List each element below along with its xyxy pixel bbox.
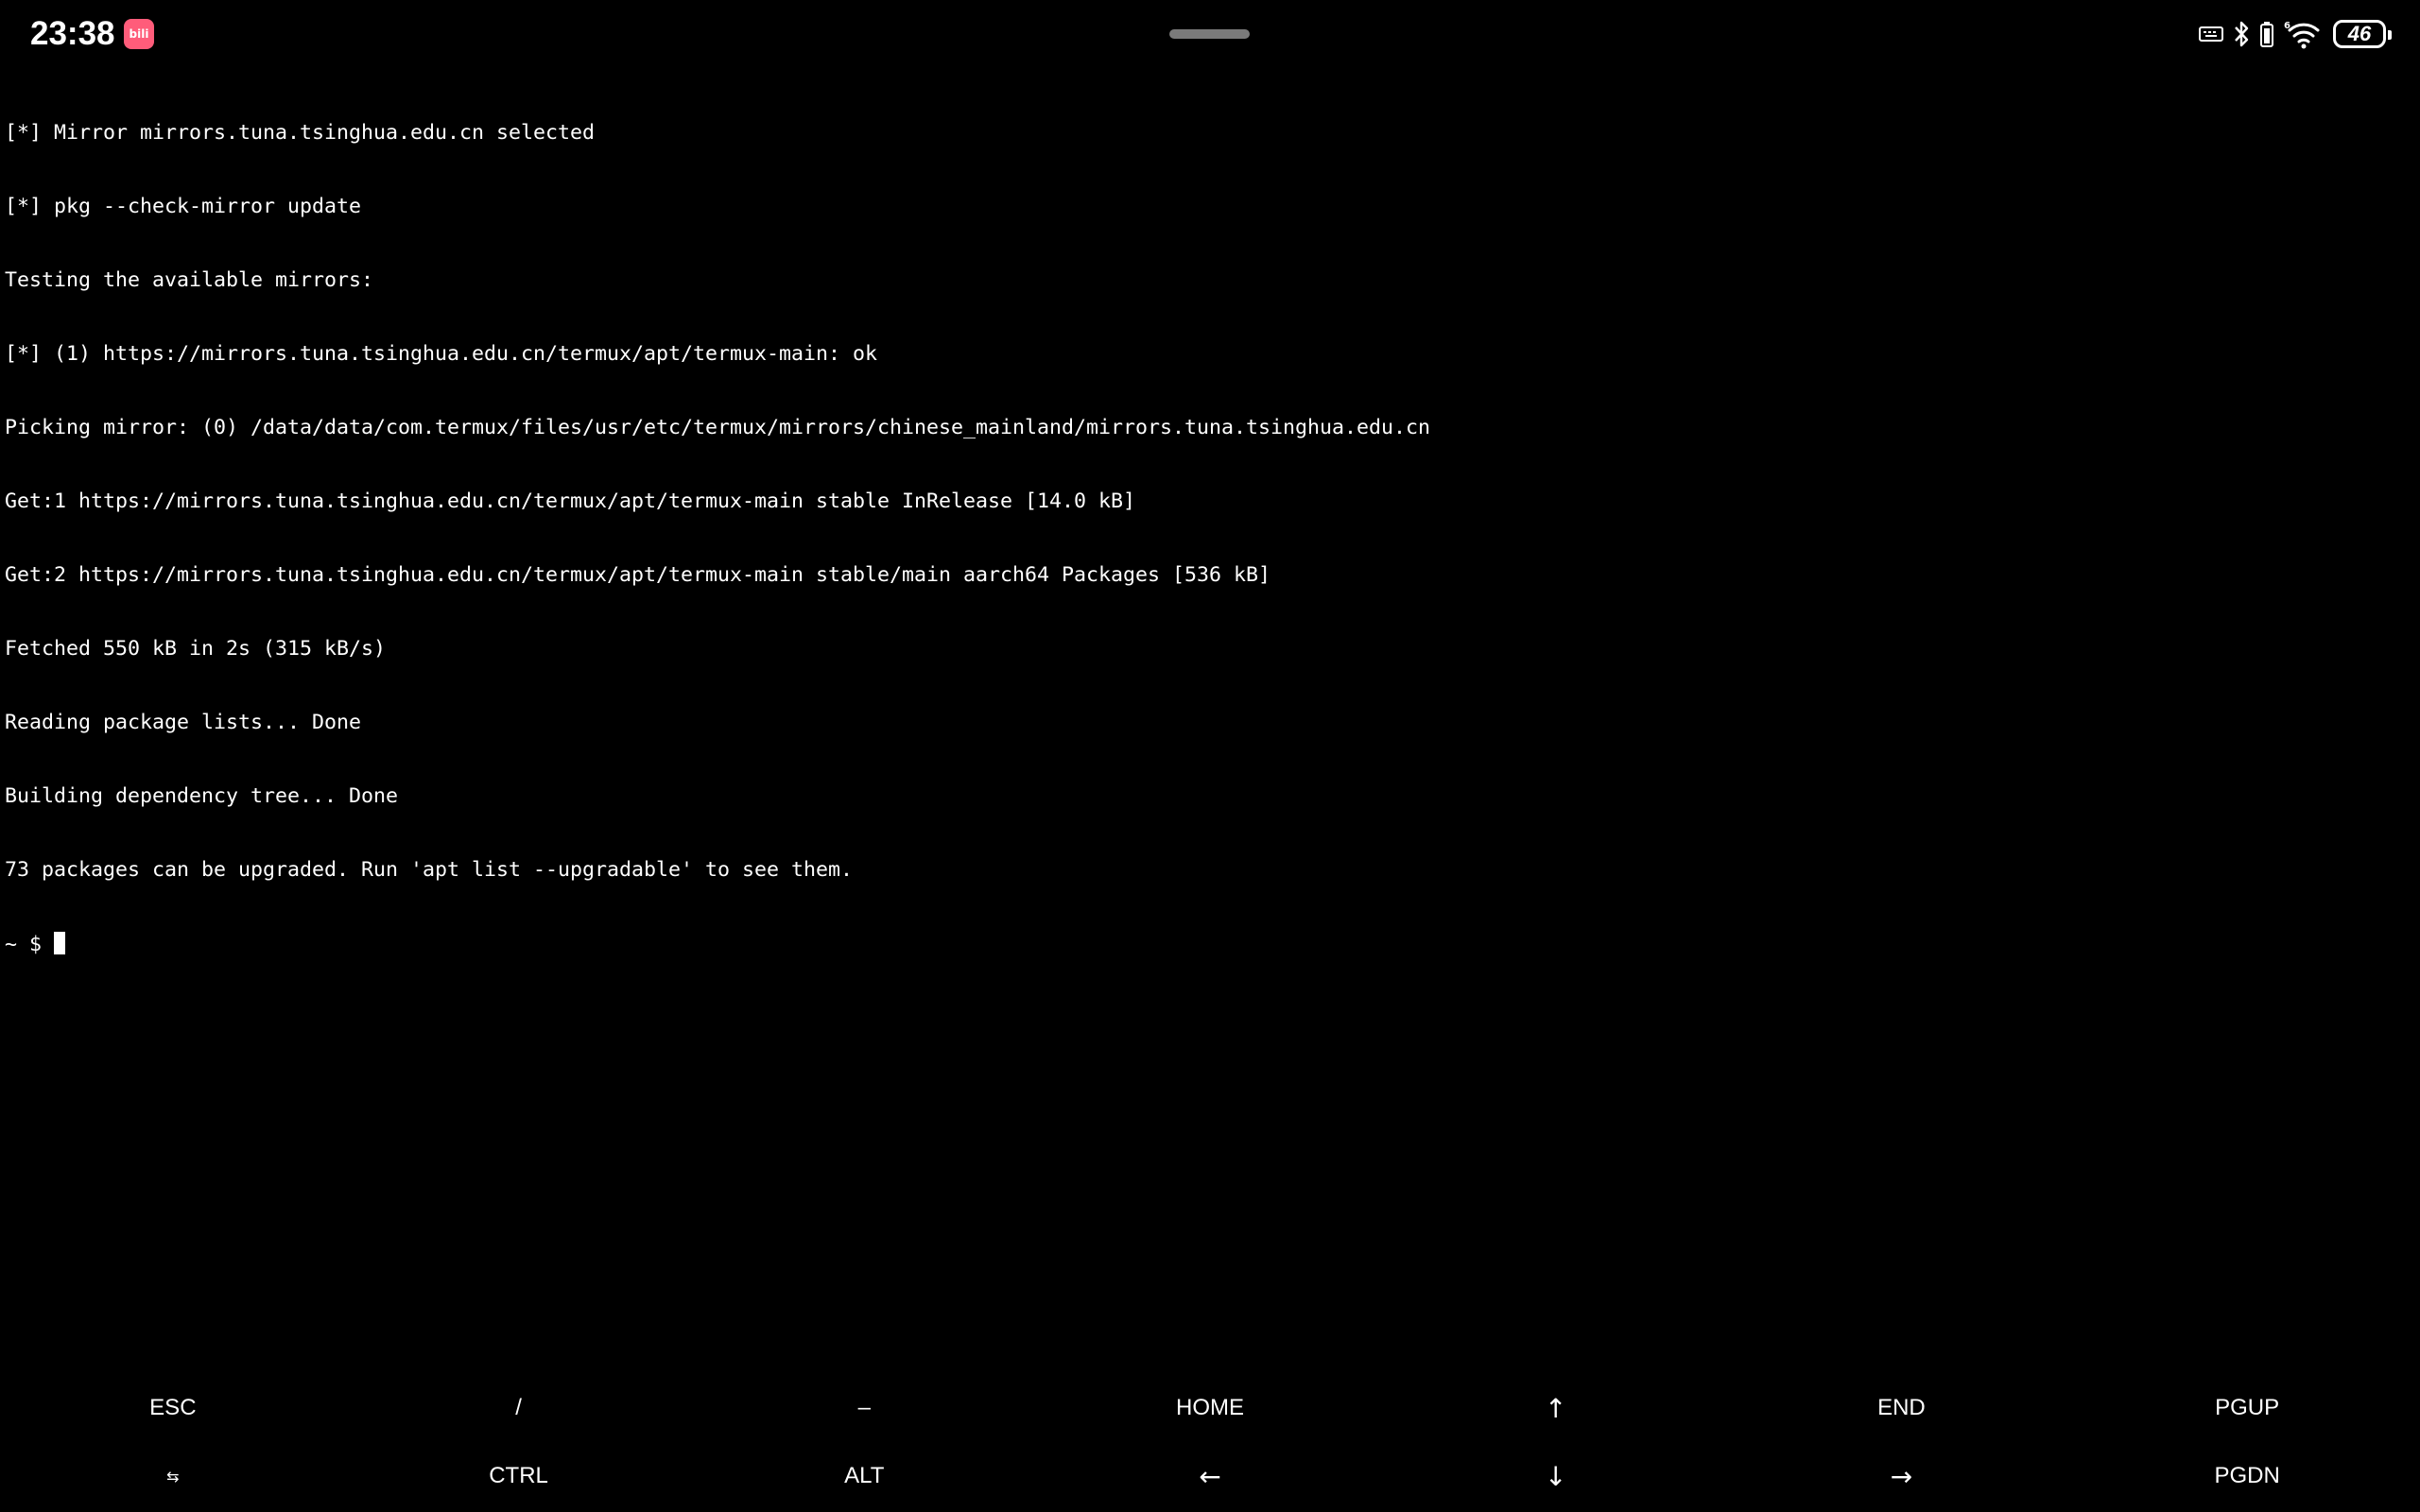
terminal-cursor	[54, 932, 66, 954]
terminal-line: [*] pkg --check-mirror update	[5, 195, 362, 218]
key-pgdn[interactable]: PGDN	[2074, 1442, 2420, 1510]
terminal-line: Reading package lists... Done	[5, 711, 362, 734]
key-left[interactable]: ←	[1037, 1442, 1383, 1510]
bilibili-app-icon: bili	[124, 19, 154, 49]
terminal-line: 73 packages can be upgraded. Run 'apt li…	[5, 858, 854, 882]
bluetooth-icon	[2235, 21, 2249, 47]
status-bar: 23:38 bili 6 46	[0, 0, 2420, 68]
app-badge-text: bili	[129, 27, 149, 41]
extra-keys-bar: ESC / – HOME ↑ END PGUP ⇆ CTRL ALT ← ↓ →…	[0, 1374, 2420, 1512]
terminal-line: Get:2 https://mirrors.tuna.tsinghua.edu.…	[5, 563, 1271, 587]
termux-screen: 23:38 bili 6 46 [*] Mirror mirrors.tuna.…	[0, 0, 2420, 1512]
terminal-line: Testing the available mirrors:	[5, 268, 374, 292]
terminal-line: Get:1 https://mirrors.tuna.tsinghua.edu.…	[5, 490, 1136, 513]
wifi-6-label: 6	[2284, 21, 2290, 31]
drag-handle[interactable]	[1169, 29, 1250, 39]
keyboard-icon	[2199, 26, 2223, 42]
terminal-line: [*] Mirror mirrors.tuna.tsinghua.edu.cn …	[5, 121, 596, 145]
key-esc[interactable]: ESC	[0, 1374, 346, 1442]
terminal-line: Building dependency tree... Done	[5, 784, 399, 808]
terminal-line: Picking mirror: (0) /data/data/com.termu…	[5, 416, 1431, 439]
key-down[interactable]: ↓	[1383, 1442, 1729, 1510]
terminal-output[interactable]: [*] Mirror mirrors.tuna.tsinghua.edu.cn …	[5, 72, 2415, 1005]
key-alt[interactable]: ALT	[691, 1442, 1037, 1510]
battery-saver-icon	[2260, 22, 2273, 47]
key-ctrl[interactable]: CTRL	[346, 1442, 692, 1510]
wifi-6-icon: 6	[2284, 21, 2320, 49]
terminal-line: [*] (1) https://mirrors.tuna.tsinghua.ed…	[5, 342, 878, 366]
battery-indicator: 46	[2333, 20, 2392, 48]
battery-level: 46	[2347, 22, 2372, 45]
key-home[interactable]: HOME	[1037, 1374, 1383, 1442]
key-up[interactable]: ↑	[1383, 1374, 1729, 1442]
key-end[interactable]: END	[1729, 1374, 2075, 1442]
key-pgup[interactable]: PGUP	[2074, 1374, 2420, 1442]
prompt-line[interactable]: ~ $	[5, 932, 2415, 956]
status-icons: 6 46	[2199, 17, 2392, 51]
key-right[interactable]: →	[1729, 1442, 2075, 1510]
key-tab[interactable]: ⇆	[0, 1442, 346, 1510]
shell-prompt: ~ $	[5, 933, 55, 956]
terminal-line: Fetched 550 kB in 2s (315 kB/s)	[5, 637, 387, 661]
status-clock: 23:38	[30, 15, 115, 52]
key-slash[interactable]: /	[346, 1374, 692, 1442]
key-dash[interactable]: –	[691, 1374, 1037, 1442]
